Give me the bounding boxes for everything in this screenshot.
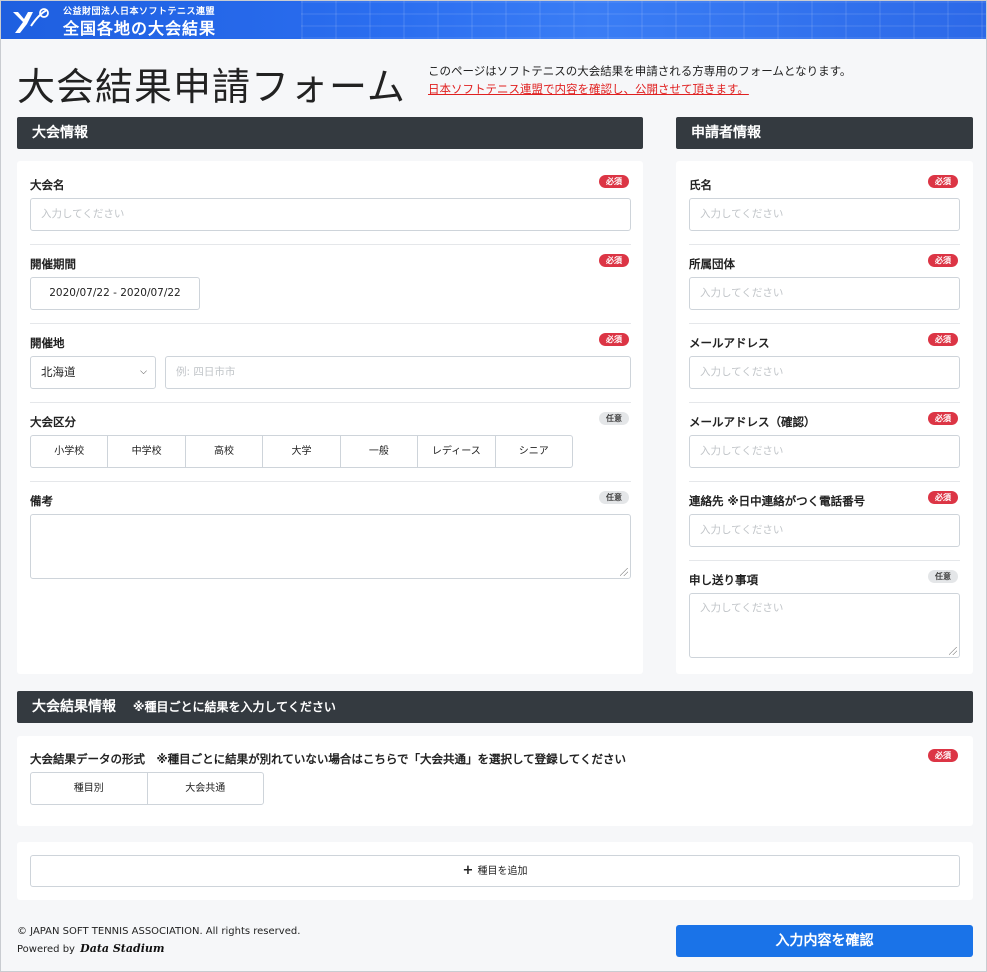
category-label: 大会区分	[30, 415, 76, 429]
tennis-logo-icon[interactable]	[11, 6, 51, 36]
category-option-general[interactable]: 一般	[341, 436, 419, 467]
email-input[interactable]: 入力してください	[689, 356, 960, 389]
category-option-university[interactable]: 大学	[263, 436, 341, 467]
add-event-label: 種目を追加	[477, 866, 528, 877]
section-title: 大会結果情報	[32, 699, 116, 715]
divider	[689, 481, 960, 482]
applicant-name-label: 氏名	[689, 178, 712, 192]
site-title[interactable]: 全国各地の大会結果	[63, 15, 216, 39]
category-option-junior-high[interactable]: 中学校	[108, 436, 186, 467]
divider	[30, 481, 631, 482]
powered-by-text: Powered by	[17, 944, 75, 955]
divider	[689, 560, 960, 561]
email-confirm-label: メールアドレス（確認）	[689, 415, 816, 429]
required-badge: 必須	[599, 175, 629, 188]
results-info-header: 大会結果情報 ※種目ごとに結果を入力してください	[17, 691, 973, 723]
message-textarea[interactable]: 入力してください	[689, 593, 960, 658]
venue-label: 開催地	[30, 336, 65, 350]
header-background-pattern	[301, 1, 986, 39]
organization-label: 所属団体	[689, 257, 735, 271]
plus-icon: +	[462, 863, 474, 878]
optional-badge: 任意	[599, 491, 629, 504]
divider	[689, 323, 960, 324]
email-label: メールアドレス	[689, 336, 770, 350]
message-placeholder: 入力してください	[700, 602, 784, 614]
copyright-text: © JAPAN SOFT TENNIS ASSOCIATION. All rig…	[17, 926, 301, 937]
category-option-high-school[interactable]: 高校	[186, 436, 264, 467]
divider	[30, 323, 631, 324]
category-option-senior[interactable]: シニア	[496, 436, 572, 467]
message-label: 申し送り事項	[689, 573, 758, 587]
section-title: 申請者情報	[691, 125, 761, 141]
notes-textarea[interactable]	[30, 514, 631, 579]
section-note: ※種目ごとに結果を入力してください	[132, 700, 336, 714]
confirm-button[interactable]: 入力内容を確認	[676, 925, 973, 957]
applicant-info-header: 申請者情報	[676, 117, 973, 149]
page-title: 大会結果申請フォーム	[17, 65, 406, 109]
chevron-down-icon: ⌵	[140, 367, 147, 377]
notes-label: 備考	[30, 494, 53, 508]
format-option-common[interactable]: 大会共通	[148, 773, 264, 804]
required-badge: 必須	[928, 491, 958, 504]
required-badge: 必須	[928, 412, 958, 425]
section-title: 大会情報	[32, 125, 88, 141]
tournament-info-card	[17, 161, 643, 674]
divider	[689, 402, 960, 403]
required-badge: 必須	[599, 333, 629, 346]
powered-by: Powered by Data Stadium	[17, 942, 165, 955]
data-stadium-logo[interactable]: Data Stadium	[80, 942, 164, 955]
required-badge: 必須	[928, 254, 958, 267]
required-badge: 必須	[599, 254, 629, 267]
intro-notice-link[interactable]: 日本ソフトテニス連盟で内容を確認し、公開させて頂きます。	[428, 81, 749, 97]
divider	[689, 244, 960, 245]
intro-text: このページはソフトテニスの大会結果を申請される方専用のフォームとなります。	[428, 64, 852, 78]
city-input[interactable]: 例: 四日市市	[165, 356, 631, 389]
prefecture-select[interactable]: 北海道 ⌵	[30, 356, 156, 389]
optional-badge: 任意	[599, 412, 629, 425]
contact-input[interactable]: 入力してください	[689, 514, 960, 547]
divider	[30, 244, 631, 245]
tournament-name-input[interactable]: 入力してください	[30, 198, 631, 231]
required-badge: 必須	[928, 749, 958, 762]
required-badge: 必須	[928, 175, 958, 188]
resize-handle-icon[interactable]	[949, 647, 957, 655]
period-label: 開催期間	[30, 257, 76, 271]
optional-badge: 任意	[928, 570, 958, 583]
email-confirm-input[interactable]: 入力してください	[689, 435, 960, 468]
category-segmented-control: 小学校 中学校 高校 大学 一般 レディース シニア	[30, 435, 573, 468]
resize-handle-icon[interactable]	[620, 568, 628, 576]
tournament-name-label: 大会名	[30, 178, 65, 192]
prefecture-value: 北海道	[41, 365, 76, 379]
required-badge: 必須	[928, 333, 958, 346]
result-format-segmented-control: 種目別 大会共通	[30, 772, 264, 805]
category-option-ladies[interactable]: レディース	[418, 436, 496, 467]
contact-label: 連絡先 ※日中連絡がつく電話番号	[689, 494, 866, 508]
tournament-info-header: 大会情報	[17, 117, 643, 149]
site-header: 公益財団法人日本ソフトテニス連盟 全国各地の大会結果	[1, 1, 986, 39]
applicant-name-input[interactable]: 入力してください	[689, 198, 960, 231]
add-event-button[interactable]: + 種目を追加	[30, 855, 960, 887]
format-option-by-event[interactable]: 種目別	[31, 773, 148, 804]
result-format-label: 大会結果データの形式 ※種目ごとに結果が別れていない場合はこちらで「大会共通」を…	[30, 752, 626, 766]
organization-input[interactable]: 入力してください	[689, 277, 960, 310]
divider	[30, 402, 631, 403]
category-option-elementary[interactable]: 小学校	[31, 436, 109, 467]
date-range-picker[interactable]: 2020/07/22 - 2020/07/22	[30, 277, 200, 310]
